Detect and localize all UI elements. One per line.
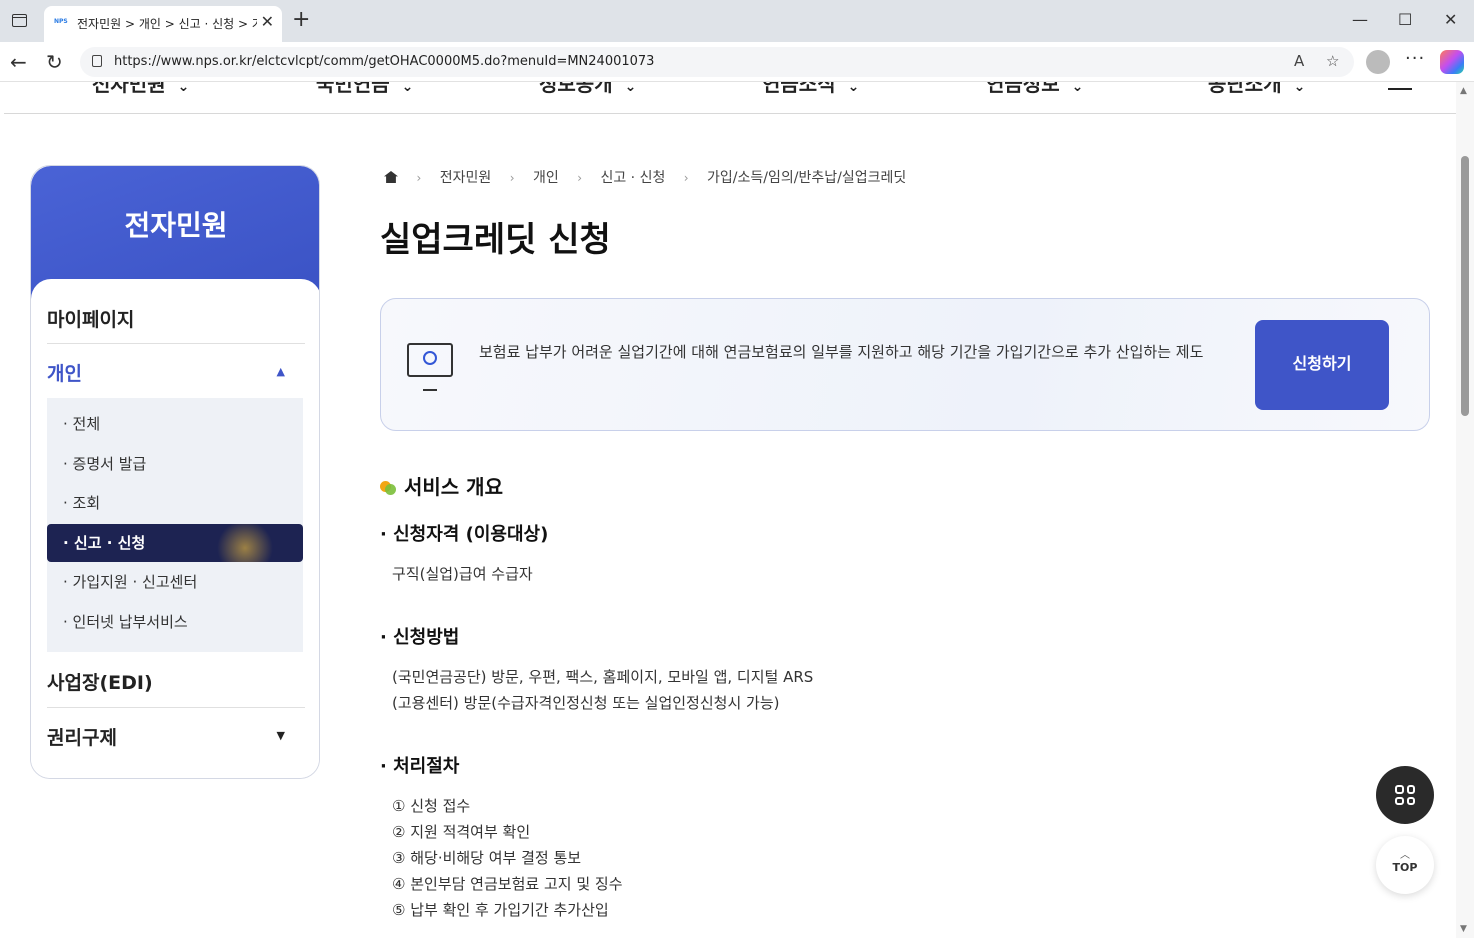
profile-avatar[interactable] [1366, 50, 1390, 74]
sidebar-menu: 마이페이지 개인 ▲ · 전체 · 증명서 발급 · 조회 · 신고 · 신청 … [31, 279, 319, 778]
global-nav: 전자민원 ⌄ 국민연금 ⌄ 정보공개 ⌄ 연금소식 ⌄ 연금정보 ⌄ 공단소개 ⌄ [4, 82, 1456, 114]
method-line: (국민연금공단) 방문, 우편, 팩스, 홈페이지, 모바일 앱, 디지털 AR… [392, 668, 814, 686]
breadcrumb-item[interactable]: 신고 · 신청 [600, 170, 665, 186]
gnb-item[interactable]: 전자민원 ⌄ [92, 82, 189, 97]
service-info-box: 보험료 납부가 어려운 실업기간에 대해 연금보험료의 일부를 지원하고 해당 … [380, 298, 1430, 431]
sidebar-item-personal[interactable]: 개인 ▲ [47, 359, 305, 386]
procedure-step: ④ 본인부담 연금보험료 고지 및 징수 [392, 875, 623, 893]
caret-up-icon: ▲ [276, 365, 285, 378]
clock-icon [423, 351, 437, 365]
top-label: TOP [1392, 861, 1418, 874]
close-tab-icon[interactable]: ✕ [261, 12, 274, 31]
breadcrumb-item[interactable]: 가입/소득/임의/반추납/실업크레딧 [707, 170, 906, 186]
url-text: https://www.nps.or.kr/elctcvlcpt/comm/ge… [114, 54, 655, 69]
browser-tab[interactable]: NPS 전자민원 > 개인 > 신고 · 신청 > 가입/소득/임의/반추납/실… [44, 6, 282, 42]
caret-down-icon: ▼ [276, 729, 285, 742]
section-bullet-icon [380, 481, 396, 495]
procedure-step: ② 지원 적격여부 확인 [392, 823, 531, 841]
eligibility-text: 구직(실업)급여 수급자 [392, 565, 533, 583]
gnb-item[interactable]: 연금정보 ⌄ [986, 82, 1083, 97]
divider [47, 707, 305, 708]
procedure-step: ③ 해당·비해당 여부 결정 통보 [392, 849, 582, 867]
refresh-icon[interactable]: ↻ [46, 50, 63, 74]
gnb-item[interactable]: 국민연금 ⌄ [316, 82, 413, 97]
chevron-right-icon: › [416, 171, 422, 185]
apply-button[interactable]: 신청하기 [1255, 320, 1389, 410]
chevron-down-icon: ⌄ [177, 82, 190, 95]
page-title: 실업크레딧 신청 [380, 220, 611, 260]
more-options-icon[interactable]: ··· [1405, 48, 1425, 69]
method-text: (국민연금공단) 방문, 우편, 팩스, 홈페이지, 모바일 앱, 디지털 AR… [392, 664, 813, 716]
submenu-item[interactable]: · 가입지원 · 신고센터 [47, 563, 303, 601]
chevron-down-icon: ⌄ [624, 82, 637, 95]
window-menu-icon[interactable] [12, 14, 27, 27]
scroll-up-icon[interactable]: ▲ [1460, 86, 1467, 96]
sidebar-submenu: · 전체 · 증명서 발급 · 조회 · 신고 · 신청 · 가입지원 · 신고… [47, 398, 303, 652]
hamburger-menu-icon[interactable] [1388, 82, 1412, 90]
tab-title: 전자민원 > 개인 > 신고 · 신청 > 가입/소득/임의/반추납/실업크레딧 [77, 17, 257, 31]
submenu-item[interactable]: · 증명서 발급 [47, 445, 303, 483]
browser-tabbar: NPS 전자민원 > 개인 > 신고 · 신청 > 가입/소득/임의/반추납/실… [0, 0, 1474, 42]
minimize-icon[interactable]: — [1352, 10, 1368, 29]
gnb-item[interactable]: 연금소식 ⌄ [762, 82, 859, 97]
monitor-icon [407, 343, 453, 391]
section-title: 서비스 개요 [380, 471, 503, 500]
scroll-down-icon[interactable]: ▼ [1460, 924, 1467, 934]
address-bar: ← ↻ https://www.nps.or.kr/elctcvlcpt/com… [0, 42, 1474, 82]
procedure-heading: · 처리절차 [380, 756, 460, 777]
submenu-item[interactable]: · 전체 [47, 405, 303, 443]
close-window-icon[interactable]: ✕ [1444, 10, 1457, 29]
submenu-item[interactable]: · 조회 [47, 484, 303, 522]
new-tab-icon[interactable]: + [292, 8, 310, 32]
favorite-star-icon[interactable]: ☆ [1326, 52, 1339, 70]
back-icon[interactable]: ← [10, 50, 27, 74]
breadcrumb-item[interactable]: 전자민원 [440, 170, 492, 186]
breadcrumb: › 전자민원 › 개인 › 신고 · 신청 › 가입/소득/임의/반추납/실업크… [384, 167, 916, 187]
nps-favicon-icon: NPS [54, 18, 68, 25]
sidebar-item-rights[interactable]: 권리구제 ▼ [47, 723, 305, 750]
procedure-step: ⑤ 납부 확인 후 가입기간 추가산입 [392, 901, 609, 919]
chevron-down-icon: ⌄ [1071, 82, 1084, 95]
page-scrollbar[interactable]: ▲ ▼ [1456, 82, 1474, 938]
service-description: 보험료 납부가 어려운 실업기간에 대해 연금보험료의 일부를 지원하고 해당 … [479, 343, 1204, 361]
submenu-item-active[interactable]: · 신고 · 신청 [47, 524, 303, 562]
scrollbar-thumb[interactable] [1461, 156, 1469, 416]
method-line: (고용센터) 방문(수급자격인정신청 또는 실업인정신청시 가능) [392, 694, 780, 712]
copilot-icon[interactable] [1440, 50, 1464, 74]
submenu-item[interactable]: · 인터넷 납부서비스 [47, 603, 303, 641]
url-field[interactable]: https://www.nps.or.kr/elctcvlcpt/comm/ge… [80, 47, 1354, 77]
chevron-right-icon: › [683, 171, 689, 185]
procedure-step: ① 신청 접수 [392, 797, 471, 815]
scroll-top-button[interactable]: ︿ TOP [1376, 836, 1434, 894]
method-heading: · 신청방법 [380, 627, 460, 648]
sidebar: 전자민원 마이페이지 개인 ▲ · 전체 · 증명서 발급 · 조회 · 신고 … [30, 165, 320, 779]
quick-menu-button[interactable] [1376, 766, 1434, 824]
read-aloud-icon[interactable]: A [1294, 52, 1304, 70]
sidebar-item-mypage[interactable]: 마이페이지 [47, 305, 305, 332]
home-icon[interactable] [384, 171, 398, 183]
chevron-down-icon: ⌄ [1293, 82, 1306, 95]
sidebar-item-edi[interactable]: 사업장(EDI) [47, 668, 305, 695]
page-viewport: 전자민원 ⌄ 국민연금 ⌄ 정보공개 ⌄ 연금소식 ⌄ 연금정보 ⌄ 공단소개 ⌄ 전자민원… [0, 82, 1474, 938]
sidebar-title: 전자민원 [124, 209, 228, 242]
procedure-steps: ① 신청 접수 ② 지원 적격여부 확인 ③ 해당·비해당 여부 결정 통보 ④… [392, 793, 623, 923]
gnb-item[interactable]: 공단소개 ⌄ [1208, 82, 1305, 97]
grid-icon [1395, 785, 1415, 805]
eligibility-heading: · 신청자격 (이용대상) [380, 524, 549, 545]
chevron-up-icon: ︿ [1400, 850, 1410, 861]
chevron-right-icon: › [577, 171, 582, 185]
chevron-right-icon: › [509, 171, 515, 185]
divider [47, 343, 305, 344]
breadcrumb-item[interactable]: 개인 [533, 170, 559, 186]
gnb-item[interactable]: 정보공개 ⌄ [539, 82, 636, 97]
chevron-down-icon: ⌄ [401, 82, 414, 95]
lock-icon [92, 55, 102, 67]
chevron-down-icon: ⌄ [847, 82, 860, 95]
maximize-icon[interactable]: ☐ [1398, 10, 1412, 29]
